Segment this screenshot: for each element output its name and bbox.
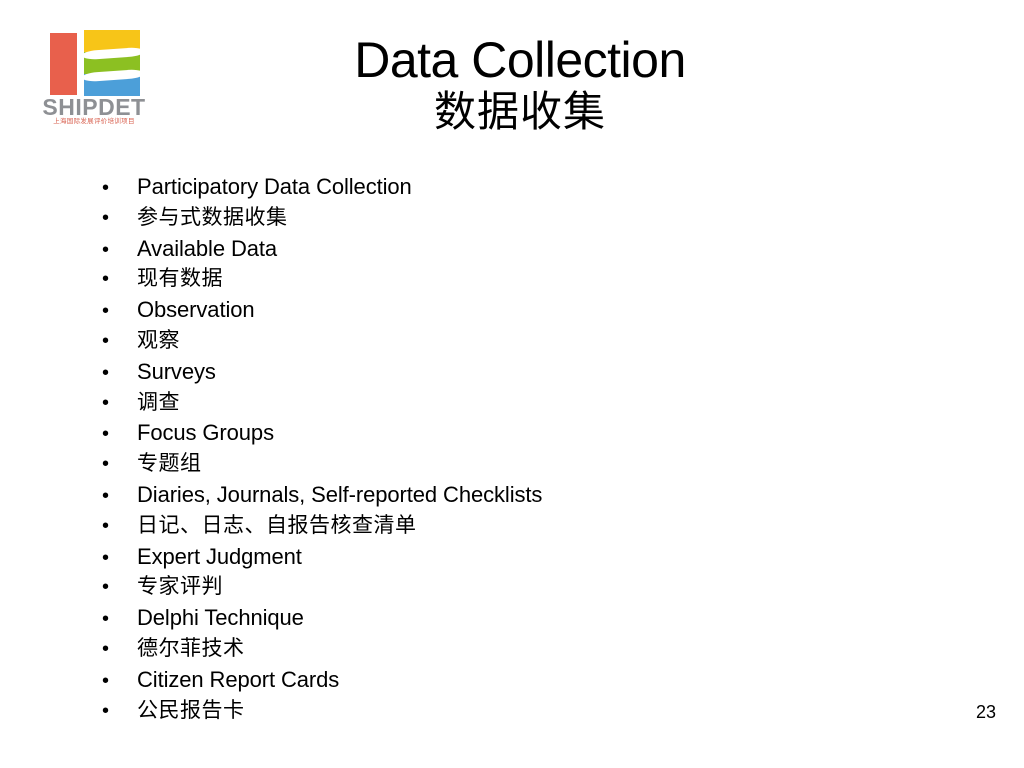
- bullet-point-icon: •: [102, 669, 110, 692]
- bullet-point-icon: •: [102, 453, 110, 476]
- list-item: • Participatory Data Collection: [97, 176, 977, 207]
- bullet-point-icon: •: [102, 206, 110, 229]
- list-item: • Expert Judgment: [97, 543, 977, 577]
- list-item-label: 德尔菲技术: [137, 635, 245, 660]
- bullet-point-icon: •: [102, 300, 110, 323]
- list-item: • Available Data: [97, 235, 977, 269]
- bullet-point-icon: •: [102, 608, 110, 631]
- list-item: • Focus Groups: [97, 422, 977, 453]
- list-item: • 调查: [97, 389, 977, 423]
- list-item: • 观察: [97, 327, 977, 361]
- bullet-point-icon: •: [102, 576, 110, 599]
- bullet-list: • Participatory Data Collection • 参与式数据收集 • A…: [97, 176, 977, 730]
- list-item-label: Observation: [137, 297, 255, 323]
- list-item-label: 专家评判: [137, 574, 223, 599]
- list-item: • Delphi Technique: [97, 607, 977, 638]
- list-item-label: 现有数据: [137, 266, 223, 291]
- list-item-label: Expert Judgment: [137, 543, 302, 569]
- page-number: 23: [975, 702, 996, 722]
- list-item: • 专家评判: [97, 576, 977, 607]
- logo-wave-bands-shape: [84, 30, 140, 96]
- list-item-label: 调查: [137, 389, 180, 414]
- shipdet-logo-mark-icon: [50, 30, 140, 96]
- bullet-point-icon: •: [102, 361, 110, 384]
- list-item-label: Citizen Report Cards: [137, 666, 340, 692]
- list-item-label: Participatory Data Collection: [137, 174, 412, 199]
- list-item: • 参与式数据收集: [97, 204, 977, 238]
- logo-red-bar-shape: [50, 33, 77, 95]
- bullet-point-icon: •: [102, 268, 110, 291]
- list-item: • Diaries, Journals, Self-reported Checkl…: [97, 481, 977, 515]
- list-item-label: 观察: [137, 327, 180, 352]
- list-item-label: 日记、日志、自报告核查清单: [137, 512, 417, 537]
- list-item-label: Surveys: [137, 358, 216, 384]
- presentation-slide: SHIPDET 上海国际发展评价培训项目 Data Collection 数据收…: [0, 0, 1024, 768]
- bullet-point-icon: •: [102, 238, 110, 261]
- bullet-point-icon: •: [102, 423, 110, 446]
- list-item: • 现有数据: [97, 268, 977, 299]
- list-item-label: 专题组: [137, 451, 202, 476]
- list-item: • 日记、日志、自报告核查清单: [97, 512, 977, 546]
- list-item: • 专题组: [97, 453, 977, 484]
- logo-wordmark: SHIPDET: [42, 94, 146, 120]
- list-item: • 公民报告卡: [97, 697, 977, 731]
- bullet-point-icon: •: [102, 637, 110, 660]
- slide-title-block: Data Collection 数据收集: [180, 34, 860, 135]
- bullet-point-icon: •: [102, 329, 110, 352]
- bullet-point-icon: •: [102, 546, 110, 569]
- bullet-point-icon: •: [102, 391, 110, 414]
- bullet-point-icon: •: [102, 699, 110, 722]
- page-title: Data Collection: [354, 32, 686, 88]
- list-item: • Citizen Report Cards: [97, 666, 977, 700]
- list-item-label: 公民报告卡: [137, 697, 245, 722]
- logo-subtext: 上海国际发展评价培训项目: [53, 117, 135, 125]
- page-subtitle: 数据收集: [433, 86, 606, 136]
- bullet-point-icon: •: [102, 514, 110, 537]
- list-item: • 德尔菲技术: [97, 635, 977, 669]
- list-item-label: 参与式数据收集: [137, 204, 288, 229]
- list-item-label: Available Data: [137, 235, 278, 261]
- list-item-label: Diaries, Journals, Self-reported Checkli…: [137, 481, 543, 507]
- list-item-label: Delphi Technique: [137, 605, 304, 631]
- bullet-point-icon: •: [102, 177, 110, 199]
- bullet-point-icon: •: [102, 484, 110, 507]
- list-item-label: Focus Groups: [137, 420, 274, 446]
- shipdet-logo: SHIPDET 上海国际发展评价培训项目: [28, 30, 160, 130]
- list-item: • Surveys: [97, 358, 977, 392]
- list-item: • Observation: [97, 299, 977, 330]
